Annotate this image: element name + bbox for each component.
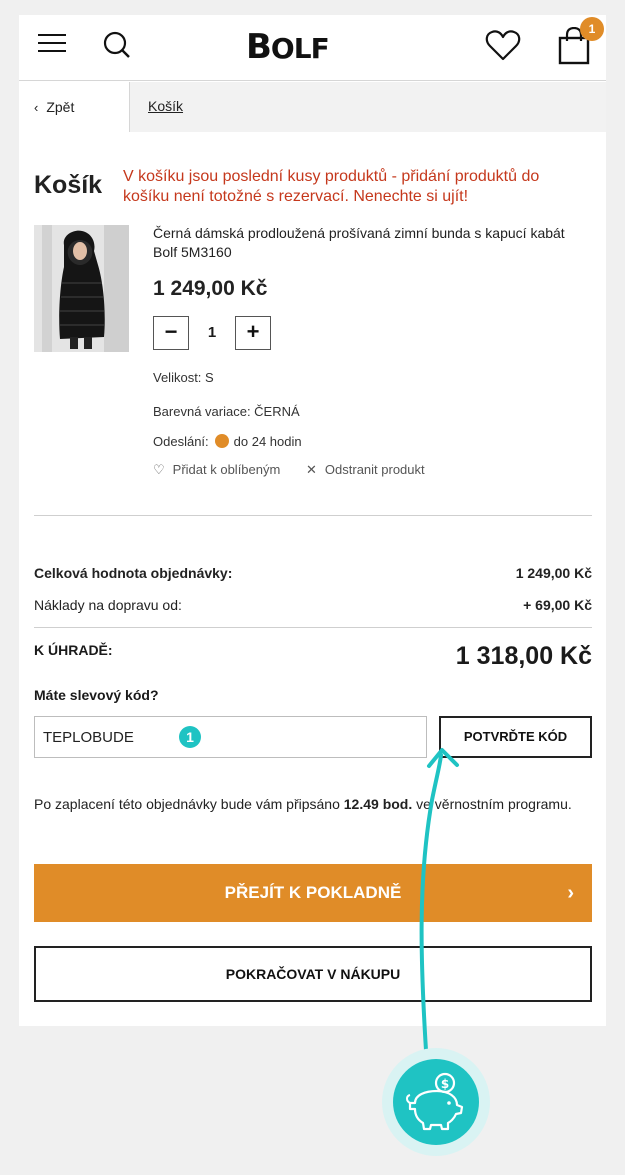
loyalty-text-end: ve věrnostním programu. — [412, 796, 572, 812]
remove-product-button[interactable]: ✕ Odstranit produkt — [306, 462, 425, 478]
quantity-value[interactable]: 1 — [189, 316, 235, 350]
breadcrumb: ‹ Zpět Košík — [19, 82, 606, 132]
step-marker-badge: 1 — [179, 726, 201, 748]
discount-code-input[interactable] — [34, 716, 427, 758]
remove-label: Odstranit produkt — [324, 462, 425, 477]
continue-shopping-button[interactable]: POKRAČOVAT V NÁKUPU — [34, 946, 592, 1002]
loyalty-points: 12.49 bod. — [343, 796, 413, 812]
product-name[interactable]: Černá dámská prodloužená prošívaná zimní… — [153, 224, 583, 262]
menu-icon[interactable] — [38, 32, 66, 54]
divider — [34, 515, 592, 516]
confirm-code-button[interactable]: POTVRĎTE KÓD — [439, 716, 592, 758]
loyalty-text: Po zaplacení této objednávky bude vám př… — [34, 794, 574, 815]
breadcrumb-trail: Košík — [130, 82, 606, 132]
discount-question: Máte slevový kód? — [34, 687, 159, 703]
add-favorite-label: Přidat k oblíbeným — [172, 462, 281, 477]
product-image[interactable] — [34, 225, 129, 352]
product-size: Velikost: S — [153, 370, 214, 385]
shipping-cost-value: + 69,00 Kč — [523, 597, 592, 613]
checkout-button[interactable]: PŘEJÍT K POKLADNĚ › — [34, 864, 592, 922]
cart-page: BOLF 1 ‹ Zpět Košík Košík V košíku jsou p… — [19, 15, 606, 1026]
heart-icon[interactable] — [485, 30, 521, 62]
product-color: Barevná variace: ČERNÁ — [153, 404, 300, 419]
page-title: Košík — [34, 171, 103, 199]
chevron-left-icon: ‹ — [34, 100, 39, 115]
back-button[interactable]: ‹ Zpět — [19, 82, 130, 132]
total-value: 1 318,00 Kč — [455, 642, 592, 670]
loyalty-text-start: Po zaplacení této objednávky bude vám př… — [34, 796, 344, 812]
quantity-decrease-button[interactable]: − — [153, 316, 189, 350]
loyalty-piggy-button[interactable]: $ — [382, 1048, 490, 1156]
shipping-info: Odeslání: do 24 hodin — [153, 434, 302, 449]
cart-count-badge: 1 — [580, 17, 604, 41]
back-label: Zpět — [46, 99, 75, 115]
search-icon[interactable] — [102, 30, 132, 60]
bolf-logo[interactable]: BOLF — [246, 27, 330, 69]
stock-warning: V košíku jsou poslední kusy produktů - p… — [123, 168, 540, 205]
divider — [34, 627, 592, 628]
shipping-value: do 24 hodin — [233, 434, 302, 449]
order-value: 1 249,00 Kč — [515, 565, 592, 581]
status-dot-icon — [214, 434, 229, 448]
order-value-label: Celková hodnota objednávky: — [34, 565, 233, 581]
close-icon: ✕ — [306, 462, 317, 477]
shipping-label: Odeslání: — [153, 434, 209, 449]
shipping-cost-label: Náklady na dopravu od: — [34, 597, 182, 613]
add-to-favorites-button[interactable]: ♡ Přidat k oblíbeným — [153, 462, 280, 478]
heart-outline-icon: ♡ — [153, 462, 165, 477]
site-header: BOLF 1 — [19, 15, 606, 81]
quantity-increase-button[interactable]: + — [235, 316, 271, 350]
breadcrumb-cart-link[interactable]: Košík — [148, 98, 183, 114]
product-price: 1 249,00 Kč — [153, 277, 268, 300]
checkout-label: PŘEJÍT K POKLADNĚ — [224, 883, 402, 902]
piggy-bank-icon: $ — [393, 1059, 479, 1145]
total-label: K ÚHRADĚ: — [34, 642, 113, 658]
svg-text:$: $ — [441, 1077, 449, 1091]
chevron-right-icon: › — [567, 882, 574, 904]
